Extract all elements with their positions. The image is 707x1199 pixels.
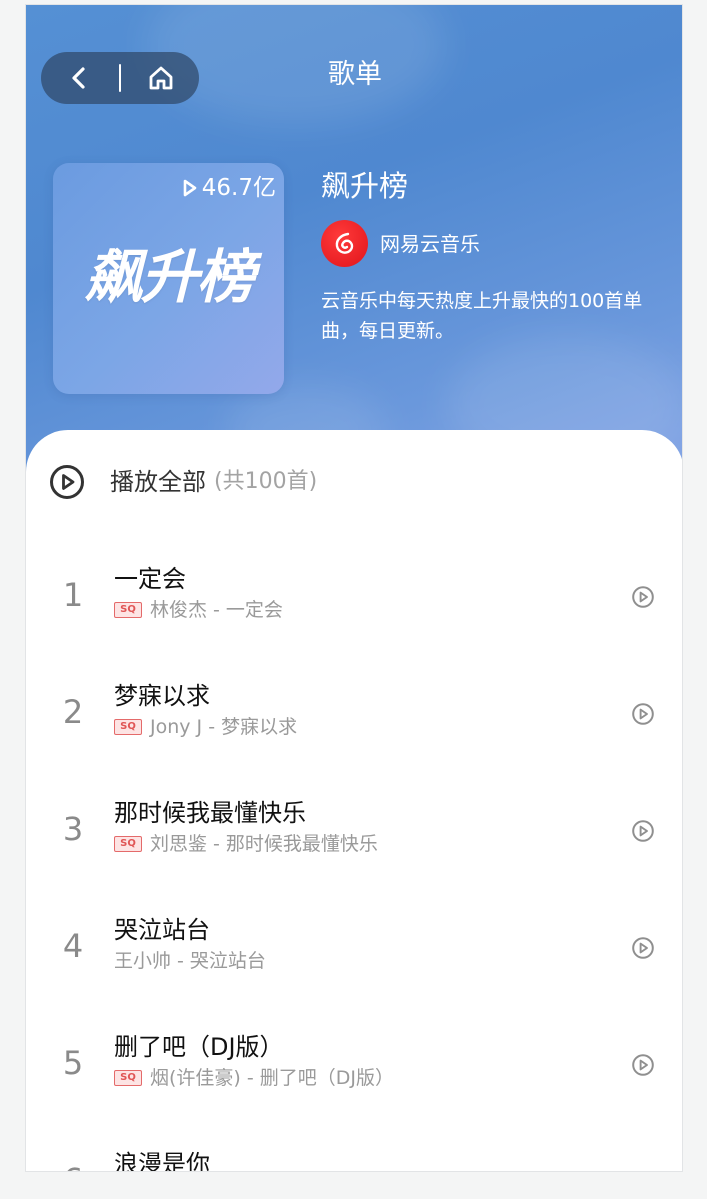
song-play-icon[interactable] [631, 936, 655, 960]
song-title: 浪漫是你 [114, 1150, 210, 1172]
playlist-title: 飙升榜 [321, 169, 409, 203]
song-artist-album: 烟(许佳豪) - 删了吧（DJ版） [150, 1067, 394, 1089]
creator[interactable]: 网易云音乐 [321, 220, 480, 267]
song-subtitle: SQ 林俊杰 - 一定会 [114, 597, 283, 623]
phone-frame: 歌单 46.7亿 飙升榜 飙升榜 网易云音乐 云音乐中每天热度上升最快的100首… [25, 4, 683, 1172]
song-row[interactable]: 6 浪漫是你 [26, 1138, 682, 1172]
song-artist-album: 林俊杰 - 一定会 [150, 599, 283, 621]
song-play-icon[interactable] [631, 1053, 655, 1077]
song-play-icon[interactable] [631, 585, 655, 609]
song-row[interactable]: 4 哭泣站台王小帅 - 哭泣站台 [26, 904, 682, 1021]
creator-name: 网易云音乐 [380, 231, 480, 256]
play-circle-icon [50, 465, 84, 499]
sq-badge-icon: SQ [114, 836, 142, 852]
netease-music-icon [335, 232, 353, 254]
song-play-icon[interactable] [631, 702, 655, 726]
song-subtitle: SQ 烟(许佳豪) - 删了吧（DJ版） [114, 1065, 394, 1091]
playlist-cover[interactable]: 46.7亿 飙升榜 [53, 163, 284, 394]
song-subtitle: SQ Jony J - 梦寐以求 [114, 714, 297, 740]
song-rank: 4 [62, 927, 84, 965]
cover-title: 飙升榜 [84, 243, 254, 311]
song-rank: 6 [50, 1160, 96, 1171]
playlist-description: 云音乐中每天热度上升最快的100首单曲，每日更新。 [321, 290, 643, 342]
page-title: 歌单 [328, 59, 382, 90]
play-all-button[interactable]: 播放全部 (共100首) [49, 462, 317, 502]
song-play-icon[interactable] [631, 1170, 655, 1172]
playlist-header-background: 歌单 46.7亿 飙升榜 飙升榜 网易云音乐 云音乐中每天热度上升最快的100首… [26, 5, 682, 485]
song-row[interactable]: 5 删了吧（DJ版） SQ 烟(许佳豪) - 删了吧（DJ版） [26, 1021, 682, 1138]
song-play-icon[interactable] [631, 819, 655, 843]
play-all-label: 播放全部 [110, 468, 206, 496]
song-title: 删了吧（DJ版） [114, 1033, 284, 1061]
netease-logo-icon[interactable] [321, 220, 368, 267]
sq-badge-icon: SQ [114, 1070, 142, 1086]
play-count-value: 46.7亿 [201, 175, 276, 201]
song-rank: 3 [62, 810, 84, 848]
song-artist-album: Jony J - 梦寐以求 [150, 716, 298, 738]
song-row[interactable]: 2 梦寐以求 SQ Jony J - 梦寐以求 [26, 670, 682, 787]
song-subtitle: SQ 刘思鉴 - 那时候我最懂快乐 [114, 831, 378, 857]
play-count: 46.7亿 [182, 175, 276, 201]
song-count: (共100首) [214, 469, 318, 494]
song-title: 一定会 [114, 565, 186, 593]
song-list-panel: 播放全部 (共100首) 1 一定会 SQ 林俊杰 - 一定会 2 梦寐以求 SQ Jony … [26, 430, 682, 1172]
song-artist-album: 王小帅 - 哭泣站台 [114, 950, 266, 972]
song-title: 梦寐以求 [114, 682, 210, 710]
song-row[interactable]: 3 那时候我最懂快乐 SQ 刘思鉴 - 那时候我最懂快乐 [26, 787, 682, 904]
song-artist-album: 刘思鉴 - 那时候我最懂快乐 [150, 833, 378, 855]
sq-badge-icon: SQ [114, 719, 142, 735]
song-title: 那时候我最懂快乐 [114, 799, 306, 827]
song-rank: 2 [62, 693, 84, 731]
song-row[interactable]: 1 一定会 SQ 林俊杰 - 一定会 [26, 553, 682, 670]
song-rank: 5 [62, 1044, 84, 1082]
play-triangle-icon [183, 179, 197, 197]
sq-badge-icon: SQ [114, 602, 142, 618]
song-title: 哭泣站台 [114, 916, 210, 944]
song-subtitle: 王小帅 - 哭泣站台 [114, 948, 266, 974]
song-rank: 1 [62, 576, 84, 614]
